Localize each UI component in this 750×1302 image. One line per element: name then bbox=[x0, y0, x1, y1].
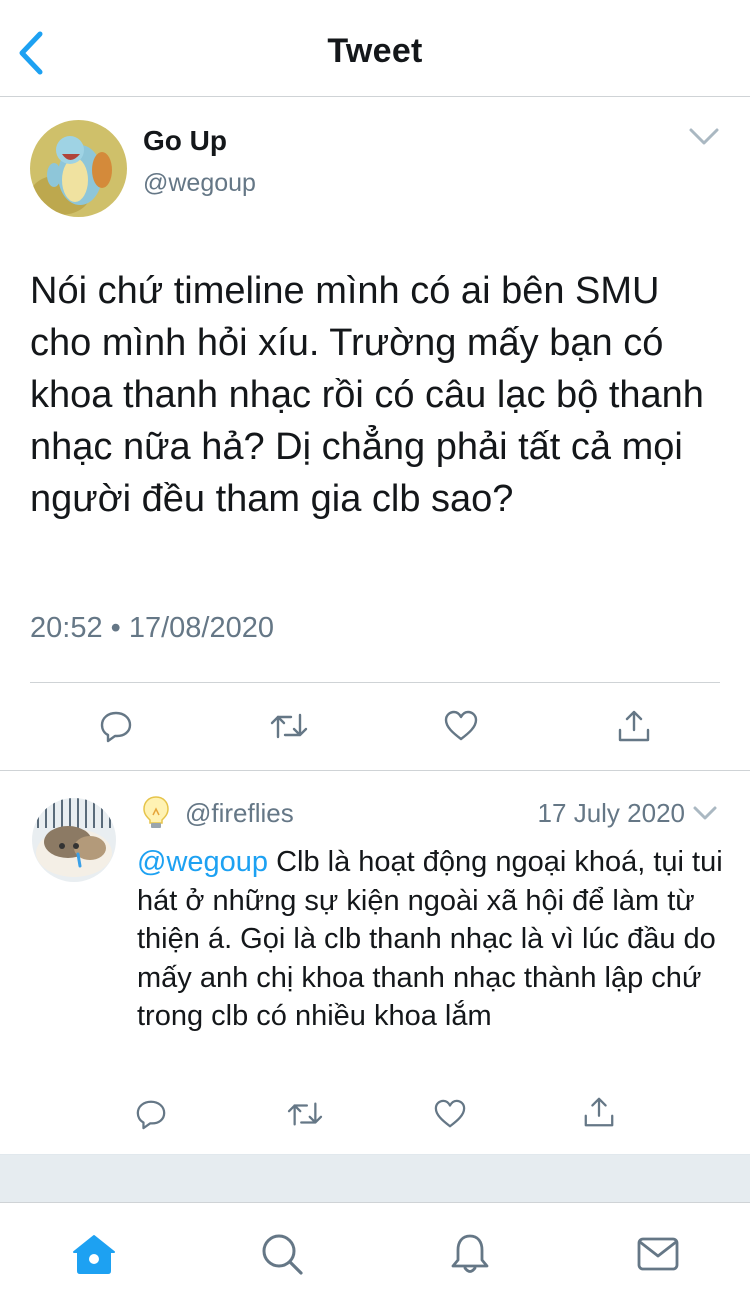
top-nav-bar: Tweet bbox=[0, 0, 750, 97]
tab-home[interactable] bbox=[71, 1231, 117, 1277]
cat-avatar-image bbox=[32, 798, 116, 882]
search-icon bbox=[262, 1234, 303, 1275]
reply-button[interactable] bbox=[131, 1094, 171, 1134]
tweet-timestamp: 20:52 • 17/08/2020 bbox=[30, 612, 274, 644]
reply-icon bbox=[100, 711, 132, 743]
tab-search[interactable] bbox=[259, 1231, 305, 1277]
reply-text: @wegoup Clb là hoạt động ngoại khoá, tụi… bbox=[137, 843, 727, 1036]
avatar[interactable] bbox=[30, 120, 127, 217]
like-icon bbox=[444, 710, 478, 741]
tweet-text: Nói chứ timeline mình có ai bên SMU cho … bbox=[30, 270, 704, 520]
share-button[interactable] bbox=[614, 706, 654, 746]
tab-notifications[interactable] bbox=[447, 1231, 493, 1277]
retweet-button[interactable] bbox=[285, 1094, 325, 1134]
squirtle-avatar-image bbox=[30, 120, 127, 217]
chevron-down-icon bbox=[693, 806, 717, 820]
retweet-icon bbox=[287, 1102, 323, 1126]
share-icon bbox=[584, 1097, 614, 1127]
section-separator bbox=[0, 1154, 750, 1202]
reply-tweet: @fireflies 17 July 2020 @wegoup Clb là h… bbox=[0, 771, 750, 1154]
messages-icon bbox=[637, 1237, 679, 1271]
tab-messages[interactable] bbox=[635, 1231, 681, 1277]
share-icon bbox=[618, 710, 650, 742]
avatar[interactable] bbox=[32, 798, 116, 882]
author-name[interactable]: Go Up bbox=[143, 125, 227, 157]
chevron-down-icon bbox=[689, 128, 719, 145]
like-icon bbox=[434, 1099, 466, 1128]
main-tweet: Go Up @wegoup Nói chứ timeline mình có a… bbox=[0, 97, 750, 771]
reply-icon bbox=[136, 1100, 166, 1130]
share-button[interactable] bbox=[579, 1092, 619, 1132]
tweet-options-button[interactable] bbox=[688, 127, 720, 147]
divider bbox=[30, 682, 720, 683]
like-button[interactable] bbox=[430, 1094, 470, 1134]
retweet-icon bbox=[270, 713, 308, 739]
retweet-button[interactable] bbox=[269, 706, 309, 746]
light-bulb-icon bbox=[142, 795, 170, 831]
page-title: Tweet bbox=[327, 32, 423, 70]
bottom-tab-bar bbox=[0, 1202, 750, 1302]
author-handle[interactable]: @wegoup bbox=[143, 169, 256, 198]
mention-link[interactable]: @wegoup bbox=[137, 846, 268, 878]
notifications-icon bbox=[451, 1234, 489, 1273]
reply-author-handle[interactable]: @fireflies bbox=[185, 798, 294, 829]
like-button[interactable] bbox=[441, 706, 481, 746]
reply-date: 17 July 2020 bbox=[537, 798, 685, 828]
reply-options-button[interactable] bbox=[692, 805, 718, 821]
home-icon bbox=[73, 1235, 115, 1274]
reply-button[interactable] bbox=[96, 706, 136, 746]
